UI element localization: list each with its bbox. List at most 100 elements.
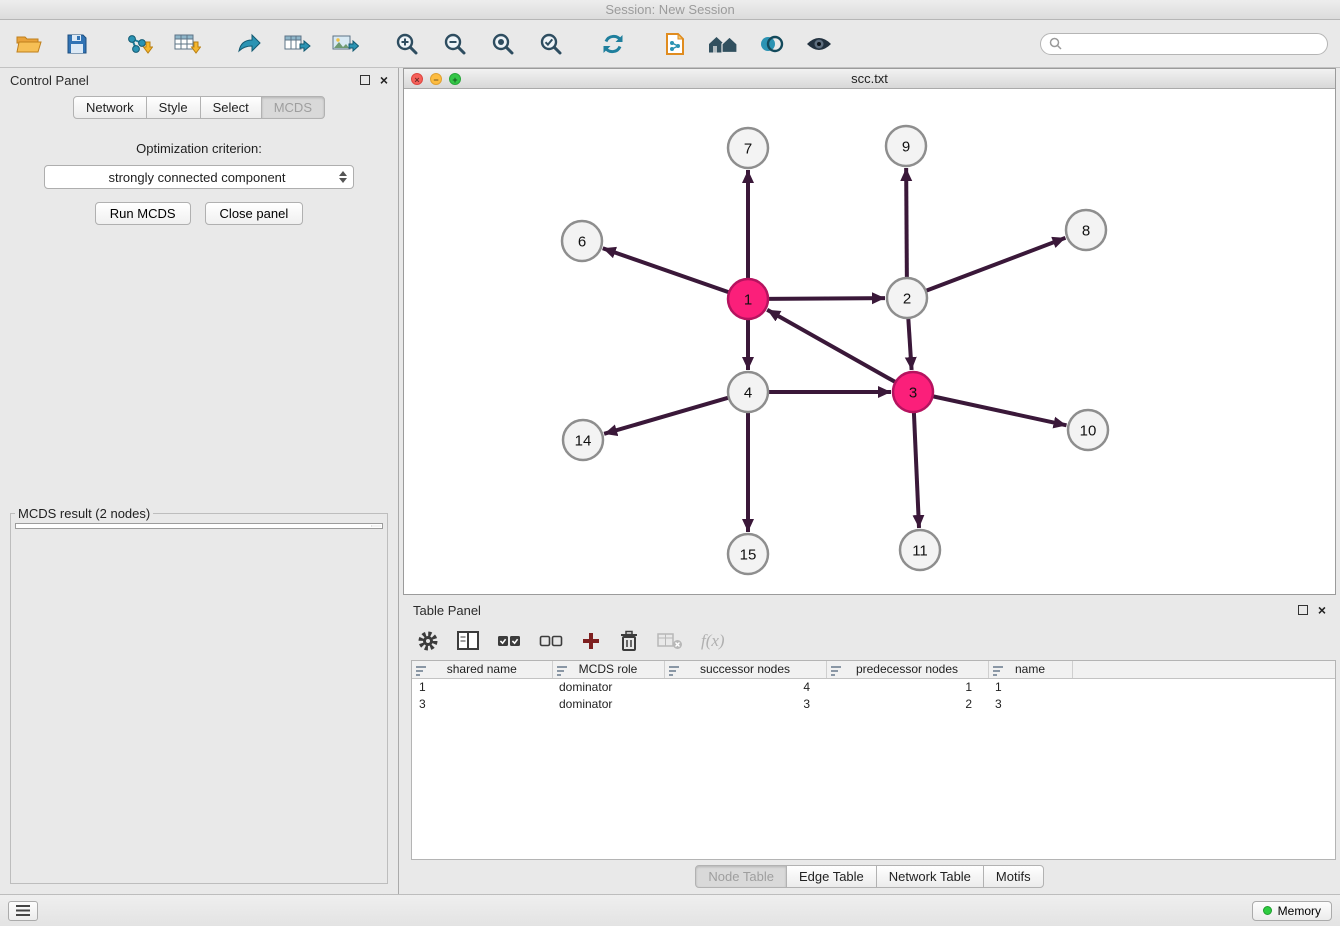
table-cell[interactable]: 3 <box>988 695 1072 712</box>
add-column-button[interactable] <box>581 631 601 651</box>
node-14[interactable]: 14 <box>563 420 603 460</box>
show-columns-button[interactable] <box>457 631 479 651</box>
node-10[interactable]: 10 <box>1068 410 1108 450</box>
network-graph[interactable]: 7 9 6 8 1 2 4 3 14 10 15 11 <box>404 89 1335 594</box>
status-bar: Memory <box>0 894 1340 926</box>
window-titlebar[interactable]: Session: New Session <box>0 0 1340 20</box>
column-label: MCDS role <box>579 662 638 676</box>
zoom-out-button[interactable] <box>438 27 472 61</box>
close-panel-icon[interactable]: × <box>380 75 388 85</box>
criterion-select[interactable]: strongly connected component <box>44 165 354 189</box>
tab-motifs[interactable]: Motifs <box>983 865 1044 888</box>
show-hide-button[interactable] <box>802 27 836 61</box>
node-2[interactable]: 2 <box>887 278 927 318</box>
zoom-fit-icon <box>491 32 515 56</box>
float-table-panel-icon[interactable] <box>1298 605 1308 615</box>
edge-2-3[interactable] <box>908 318 911 370</box>
zoom-fit-button[interactable] <box>486 27 520 61</box>
run-mcds-button[interactable]: Run MCDS <box>95 202 191 225</box>
eye-icon <box>805 34 833 54</box>
node-4[interactable]: 4 <box>728 372 768 412</box>
zoom-in-button[interactable] <box>390 27 424 61</box>
node-15[interactable]: 15 <box>728 534 768 574</box>
network-from-clipboard-button[interactable] <box>658 27 692 61</box>
node-label: 14 <box>575 432 592 449</box>
table-cell[interactable]: 1 <box>412 678 552 695</box>
clipboard-network-icon <box>663 32 687 56</box>
node-8[interactable]: 8 <box>1066 210 1106 250</box>
export-network-button[interactable] <box>232 27 266 61</box>
export-network-icon <box>236 32 262 56</box>
table-row[interactable]: 3dominator323 <box>412 695 1335 712</box>
export-image-button[interactable] <box>328 27 362 61</box>
mcds-result-panel: MCDS result (2 nodes) 13 <box>10 506 388 884</box>
save-session-button[interactable] <box>60 27 94 61</box>
plus-icon <box>581 631 601 651</box>
column-header-shared-name[interactable]: shared name <box>412 661 552 678</box>
tab-edge-table[interactable]: Edge Table <box>786 865 877 888</box>
table-cell[interactable]: 4 <box>664 678 826 695</box>
tab-network-table[interactable]: Network Table <box>876 865 984 888</box>
style-button[interactable] <box>754 27 788 61</box>
network-canvas[interactable]: 7 9 6 8 1 2 4 3 14 10 15 11 <box>404 89 1335 594</box>
minimize-window-icon[interactable]: − <box>430 73 442 85</box>
node-11[interactable]: 11 <box>900 530 940 570</box>
table-cell[interactable]: 2 <box>826 695 988 712</box>
node-3[interactable]: 3 <box>893 372 933 412</box>
table-cell[interactable]: 3 <box>664 695 826 712</box>
edge-4-14[interactable] <box>604 398 729 434</box>
column-header-successor-nodes[interactable]: successor nodes <box>664 661 826 678</box>
table-settings-button[interactable] <box>417 630 439 652</box>
apply-layout-button[interactable] <box>596 27 630 61</box>
table-cell[interactable]: dominator <box>552 695 664 712</box>
export-table-button[interactable] <box>280 27 314 61</box>
zoom-selected-button[interactable] <box>534 27 568 61</box>
tab-style[interactable]: Style <box>146 96 201 119</box>
table-cell[interactable]: 1 <box>826 678 988 695</box>
edge-1-2[interactable] <box>768 298 885 299</box>
deselect-all-columns-button[interactable] <box>539 633 563 649</box>
delete-column-button[interactable] <box>619 630 639 652</box>
node-table[interactable]: shared name MCDS role successor nodesprede… <box>411 660 1336 860</box>
tab-network[interactable]: Network <box>73 96 147 119</box>
close-panel-button[interactable]: Close panel <box>205 202 304 225</box>
maximize-window-icon[interactable]: + <box>449 73 461 85</box>
result-scrollbar[interactable] <box>371 525 381 527</box>
import-table-button[interactable] <box>170 27 204 61</box>
home-network-button[interactable] <box>706 27 740 61</box>
table-row[interactable]: 1dominator411 <box>412 678 1335 695</box>
column-header-predecessor-nodes[interactable]: predecessor nodes <box>826 661 988 678</box>
open-session-button[interactable] <box>12 27 46 61</box>
close-table-panel-icon[interactable]: × <box>1318 605 1326 615</box>
node-1[interactable]: 1 <box>728 279 768 319</box>
edge-1-6[interactable] <box>603 248 729 292</box>
edge-2-9[interactable] <box>906 168 907 278</box>
select-arrows-icon <box>339 171 347 183</box>
mcds-result-list[interactable]: 13 <box>15 523 383 529</box>
memory-button[interactable]: Memory <box>1252 901 1332 921</box>
edge-2-8[interactable] <box>926 238 1066 291</box>
edge-3-10[interactable] <box>933 396 1067 425</box>
tab-mcds[interactable]: MCDS <box>261 96 325 119</box>
network-window-titlebar[interactable]: × − + scc.txt <box>404 69 1335 89</box>
table-cell[interactable]: dominator <box>552 678 664 695</box>
search-input[interactable] <box>1067 37 1319 51</box>
show-panels-button[interactable] <box>8 901 38 921</box>
node-6[interactable]: 6 <box>562 221 602 261</box>
table-cell[interactable]: 3 <box>412 695 552 712</box>
float-panel-icon[interactable] <box>360 75 370 85</box>
node-9[interactable]: 9 <box>886 126 926 166</box>
select-all-columns-button[interactable] <box>497 633 521 649</box>
node-7[interactable]: 7 <box>728 128 768 168</box>
zoom-selected-icon <box>539 32 563 56</box>
search-box[interactable] <box>1040 33 1328 55</box>
column-header-MCDS-role[interactable]: MCDS role <box>552 661 664 678</box>
import-network-button[interactable] <box>122 27 156 61</box>
close-window-icon[interactable]: × <box>411 73 423 85</box>
column-header-name[interactable]: name <box>988 661 1072 678</box>
edge-3-11[interactable] <box>914 412 919 528</box>
tab-node-table[interactable]: Node Table <box>695 865 787 888</box>
table-cell[interactable]: 1 <box>988 678 1072 695</box>
edge-3-1[interactable] <box>767 310 895 382</box>
tab-select[interactable]: Select <box>200 96 262 119</box>
